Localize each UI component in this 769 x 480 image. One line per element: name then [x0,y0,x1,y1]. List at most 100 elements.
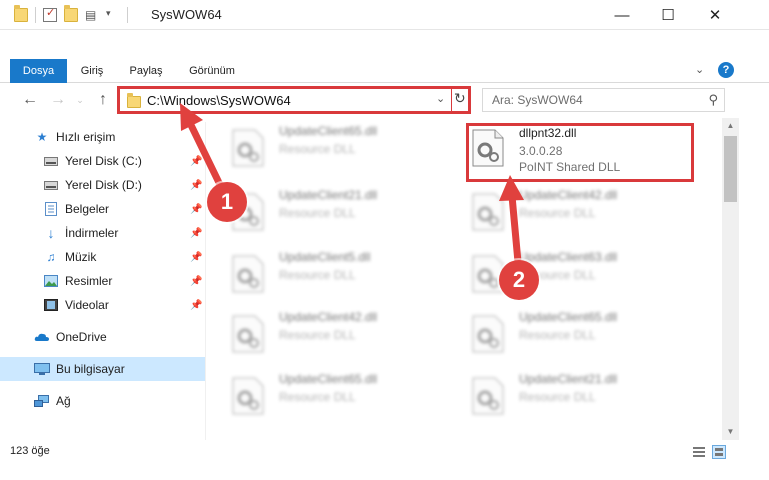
properties-icon[interactable] [43,6,57,22]
tab-home[interactable]: Giriş [72,59,112,83]
new-folder-icon[interactable] [64,5,78,22]
title-bar: ▤ ▾ SysWOW64 — ☐ ✕ [0,0,769,30]
list-item[interactable]: UpdateClient5.dll Resource DLL [207,244,427,296]
downloads-icon: ↓ [47,225,55,241]
dll-file-icon [232,315,264,353]
sidebar-item-label: Resimler [65,274,113,288]
details-view-icon[interactable] [692,445,706,459]
pictures-icon [43,274,59,288]
toolbar-divider [35,7,36,23]
featured-file-highlight [466,123,694,182]
sidebar-item-label: Belgeler [65,202,110,216]
computer-icon [34,362,50,376]
forward-button[interactable]: → [48,90,68,110]
up-button[interactable]: ↑ [93,90,113,110]
toolbar-divider [127,7,128,23]
qat-dropdown-icon[interactable]: ▾ [106,8,120,22]
dll-file-icon [232,377,264,415]
scroll-down-icon[interactable]: ▼ [722,424,739,440]
back-button[interactable]: ← [20,90,40,110]
drive-icon [43,178,59,192]
sidebar-item-documents[interactable]: Belgeler 📌 [0,197,205,221]
minimize-button[interactable]: — [599,0,645,30]
sidebar-item-disk-c[interactable]: Yerel Disk (C:) 📌 [0,149,205,173]
list-item[interactable]: UpdateClient42.dll Resource DLL [447,182,667,234]
recent-locations-icon[interactable]: ⌄ [70,90,90,110]
refresh-icon[interactable]: ↻ [454,90,466,107]
sidebar-item-quick-access[interactable]: ★ Hızlı erişim [0,125,205,149]
dll-file-icon [232,129,264,167]
pin-icon[interactable]: 📌 [190,204,202,215]
status-bar: 123 öğe [0,440,769,464]
sidebar-item-label: Yerel Disk (D:) [65,178,142,192]
address-divider [451,89,452,111]
tab-share[interactable]: Paylaş [122,59,170,83]
star-icon: ★ [36,130,48,144]
list-item[interactable]: UpdateClient65.dll Resource DLL [447,304,667,356]
tab-view[interactable]: Görünüm [182,59,242,83]
pane-divider[interactable] [205,122,206,440]
sidebar-item-pictures[interactable]: Resimler 📌 [0,269,205,293]
customize-toolbar-icon[interactable]: ▤ [85,8,99,22]
sidebar-item-label: İndirmeler [65,226,119,240]
sidebar-item-label: Ağ [56,394,71,408]
maximize-button[interactable]: ☐ [645,0,691,30]
pin-icon[interactable]: 📌 [190,156,202,167]
address-path[interactable]: C:\Windows\SysWOW64 [147,93,291,108]
cloud-icon [34,330,50,344]
window-title: SysWOW64 [151,7,222,22]
ribbon-tabs: Dosya Giriş Paylaş Görünüm [0,59,769,83]
sidebar-item-label: Müzik [65,250,97,264]
sidebar-item-label: OneDrive [56,330,107,344]
list-item[interactable]: UpdateClient63.dll Resource DLL [447,244,667,296]
callout-step-2: 2 [499,260,539,300]
sidebar-item-this-pc[interactable]: Bu bilgisayar [0,357,205,381]
sidebar-item-label: Yerel Disk (C:) [65,154,142,168]
search-input[interactable]: Ara: SysWOW64 [492,93,583,107]
close-button[interactable]: ✕ [692,0,738,30]
list-item[interactable]: UpdateClient42.dll Resource DLL [207,304,427,356]
search-box[interactable]: Ara: SysWOW64 ⚲ [482,88,725,112]
dll-file-icon [472,377,504,415]
pin-icon[interactable]: 📌 [190,300,202,311]
sidebar-item-network[interactable]: Ağ [0,389,205,413]
dll-file-icon [472,193,504,231]
music-icon: ♫ [46,250,56,264]
list-item[interactable]: UpdateClient65.dll Resource DLL [207,118,427,170]
dll-file-icon [472,315,504,353]
folder-icon [127,93,141,108]
list-item[interactable]: UpdateClient21.dll Resource DLL [447,366,667,418]
item-count: 123 öğe [10,445,50,457]
sidebar-item-music[interactable]: ♫ Müzik 📌 [0,245,205,269]
videos-icon [43,298,59,312]
vertical-scrollbar[interactable]: ▲ ▼ [722,118,739,440]
address-bar[interactable]: C:\Windows\SysWOW64 ⌄ ↻ [117,86,471,114]
ribbon-expand-icon[interactable]: ⌄ [695,63,704,76]
sidebar-item-label: Bu bilgisayar [56,362,125,376]
sidebar-item-downloads[interactable]: ↓ İndirmeler 📌 [0,221,205,245]
sidebar-item-disk-d[interactable]: Yerel Disk (D:) 📌 [0,173,205,197]
sidebar-item-videos[interactable]: Videolar 📌 [0,293,205,317]
documents-icon [43,202,59,216]
sidebar-item-label: Hızlı erişim [56,130,116,144]
drive-icon [43,154,59,168]
dll-file-icon [232,255,264,293]
scroll-up-icon[interactable]: ▲ [722,118,739,134]
network-icon [34,394,50,408]
pin-icon[interactable]: 📌 [190,228,202,239]
callout-step-1: 1 [207,182,247,222]
help-icon[interactable]: ? [718,62,734,78]
quick-access-toolbar: ▤ ▾ [14,5,128,23]
scroll-thumb[interactable] [724,136,737,202]
pin-icon[interactable]: 📌 [190,180,202,191]
sidebar-item-label: Videolar [65,298,109,312]
pin-icon[interactable]: 📌 [190,276,202,287]
search-icon[interactable]: ⚲ [708,92,718,108]
folder-icon [14,5,28,22]
pin-icon[interactable]: 📌 [190,252,202,263]
list-item[interactable]: UpdateClient65.dll Resource DLL [207,366,427,418]
sidebar-item-onedrive[interactable]: OneDrive [0,325,205,349]
tab-file[interactable]: Dosya [10,59,67,83]
chevron-down-icon[interactable]: ⌄ [436,92,445,105]
tiles-view-icon[interactable] [712,445,726,459]
